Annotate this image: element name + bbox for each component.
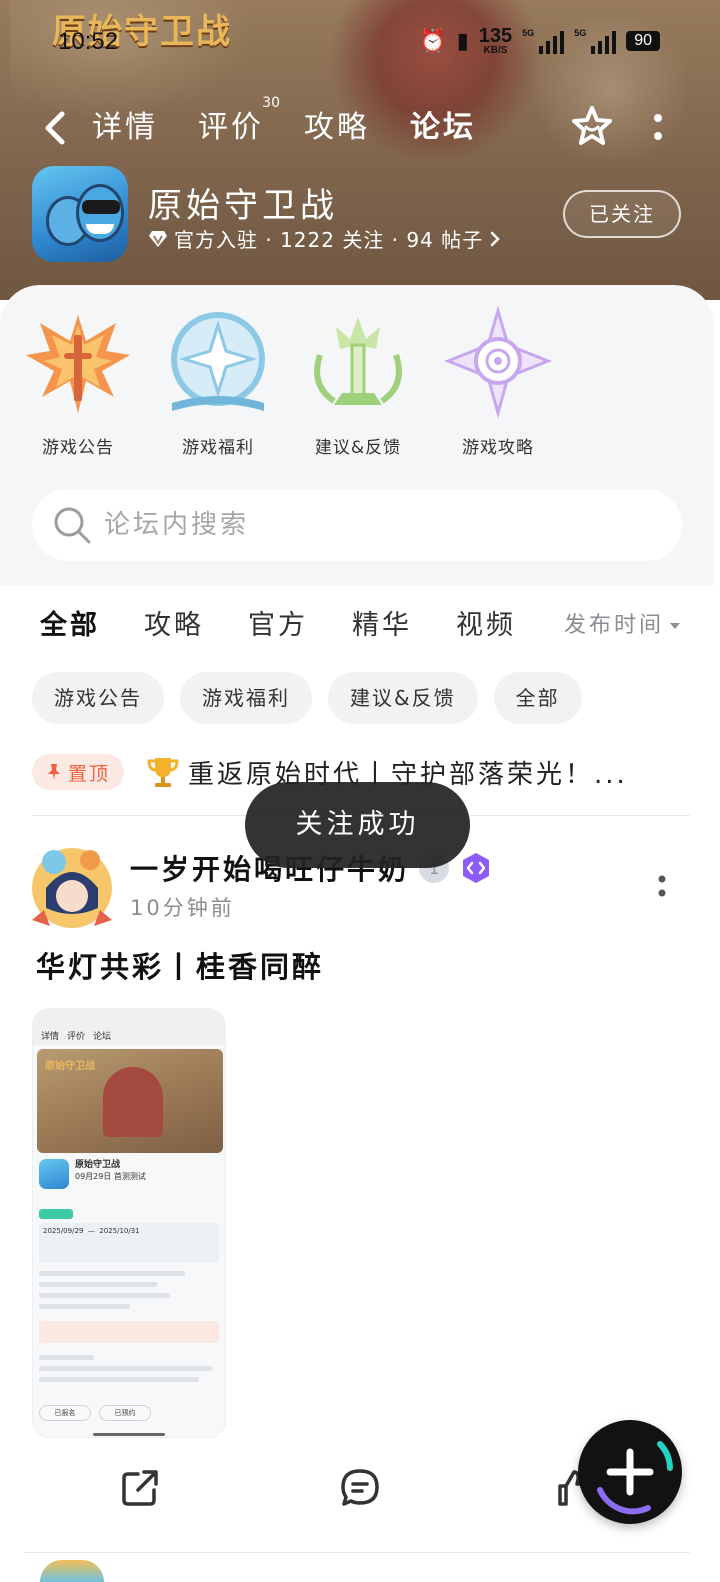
alarm-icon: ⏰ [419, 28, 447, 53]
net-speed: 135 KB/S [478, 25, 513, 56]
filter-tab-video[interactable]: 视频 [456, 604, 516, 648]
forum-categories-card: 游戏公告 游戏福利 建议&反馈 游戏攻略 论坛内搜索 [0, 285, 714, 585]
status-bar: 10:52 ⏰ ▮ 135 KB/S 5G 5G 90 [0, 22, 720, 62]
post-time: 10分钟前 [130, 896, 235, 920]
game-meta-link[interactable]: 官方入驻 · 1222 关注 · 94 帖子 [148, 224, 501, 253]
pin-icon [48, 764, 60, 780]
signal-icon: 5G [574, 28, 617, 54]
next-post-avatar [40, 1560, 104, 1582]
vibrate-icon: ▮ [456, 28, 469, 53]
game-header: 原始守卫战 10:52 ⏰ ▮ 135 KB/S 5G 5G 90 详情 评价 … [0, 0, 720, 300]
book-emblem-icon [171, 312, 265, 411]
filter-tab-featured[interactable]: 精华 [352, 604, 412, 648]
post-filter-tabs: 全部 攻略 官方 精华 视频 [40, 604, 516, 648]
more-icon[interactable] [648, 108, 668, 148]
create-post-button[interactable] [578, 1420, 682, 1524]
wings-sword-icon [26, 315, 130, 413]
chevron-right-icon [490, 231, 500, 246]
tab-guides[interactable]: 攻略 [304, 106, 370, 150]
category-announcements[interactable]: 游戏公告 [20, 305, 136, 458]
chip-feedback[interactable]: 建议&反馈 [328, 672, 478, 724]
forum-search-bar[interactable] [32, 489, 682, 561]
plus-icon [597, 1441, 673, 1515]
game-name: 原始守卫战 [148, 186, 338, 226]
pinned-badge: 置顶 [32, 754, 125, 790]
category-benefits[interactable]: 游戏福利 [160, 305, 276, 458]
tab-details[interactable]: 详情 [92, 106, 158, 150]
filter-tab-all[interactable]: 全部 [40, 604, 100, 648]
post-title[interactable]: 华灯共彩丨桂香同醉 [36, 944, 324, 986]
review-count: 30 [262, 95, 280, 111]
category-feedback[interactable]: 建议&反馈 [300, 305, 416, 458]
tab-forum[interactable]: 论坛 [406, 106, 480, 150]
battery-indicator: 90 [626, 31, 660, 51]
tree-emblem-icon [314, 317, 402, 405]
post-image-thumbnail[interactable]: 详情 评价 论坛 原始守卫战 原始守卫战 09月29日 首测测试 2025/09… [32, 1008, 226, 1438]
game-app-icon[interactable] [32, 166, 128, 262]
post-more-icon[interactable] [652, 872, 672, 902]
back-icon[interactable] [38, 106, 74, 150]
search-icon [54, 507, 91, 544]
toast-message: 关注成功 [245, 782, 470, 868]
caret-down-icon [670, 623, 681, 629]
signal-icon: 5G [522, 28, 565, 54]
filter-tab-guides[interactable]: 攻略 [144, 604, 204, 648]
game-info: 原始守卫战 官方入驻 · 1222 关注 · 94 帖子 已关注 [0, 164, 720, 264]
developer-badge-icon [463, 853, 490, 883]
chip-all[interactable]: 全部 [493, 672, 582, 724]
eye-star-icon [443, 305, 553, 419]
favorite-star-icon[interactable] [570, 104, 614, 148]
subcategory-chips: 游戏公告 游戏福利 建议&反馈 全部 [32, 672, 582, 724]
sort-dropdown[interactable]: 发布时间 [564, 604, 682, 648]
search-input[interactable] [104, 489, 664, 561]
status-time: 10:52 [58, 28, 119, 55]
tab-reviews[interactable]: 评价 30 [198, 96, 280, 150]
author-avatar[interactable] [24, 838, 120, 934]
followed-button[interactable]: 已关注 [563, 190, 681, 238]
detail-tabs: 详情 评价 30 攻略 论坛 [92, 96, 480, 150]
filter-tab-official[interactable]: 官方 [248, 604, 308, 648]
divider [24, 1552, 690, 1553]
diamond-icon [149, 230, 167, 247]
chip-benefits[interactable]: 游戏福利 [180, 672, 312, 724]
category-strategy[interactable]: 游戏攻略 [440, 305, 556, 458]
comment-icon[interactable] [338, 1466, 382, 1510]
share-icon[interactable] [118, 1466, 162, 1510]
top-nav: 详情 评价 30 攻略 论坛 [0, 96, 720, 160]
trophy-icon [147, 758, 179, 787]
chip-announcements[interactable]: 游戏公告 [32, 672, 164, 724]
